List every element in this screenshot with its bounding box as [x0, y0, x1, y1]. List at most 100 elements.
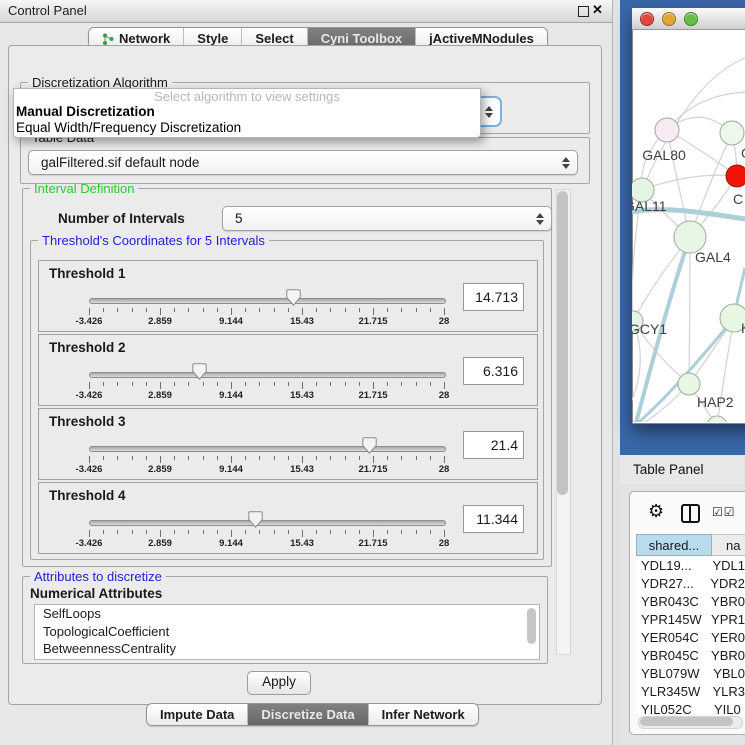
slider-tick [416, 382, 417, 386]
algorithm-option-manual[interactable]: Manual Discretization [14, 104, 480, 120]
attribute-list-item[interactable]: TopologicalCoefficient [35, 623, 539, 641]
bottom-tab-impute-data[interactable]: Impute Data [147, 704, 247, 725]
cell-shared-name[interactable]: YDR27... [636, 575, 707, 593]
slider-tick [117, 382, 118, 386]
slider-handle[interactable] [192, 363, 207, 380]
network-node[interactable] [707, 416, 727, 422]
cell-name[interactable]: YER0 [708, 629, 745, 647]
cell-shared-name[interactable]: YPR145W [636, 611, 708, 629]
cell-name[interactable]: YBR0 [708, 593, 745, 611]
slider-tick [259, 456, 260, 460]
close-traffic-light-icon[interactable] [640, 12, 654, 26]
slider-tick [259, 308, 260, 312]
cell-shared-name[interactable]: YDL19... [636, 557, 709, 575]
threshold-value-field[interactable]: 6.316 [463, 357, 524, 385]
select-columns-checkbox-icons[interactable]: ☑☑ [712, 505, 736, 519]
network-node[interactable] [678, 373, 700, 395]
table-row[interactable]: YBL079WYBL0 [636, 665, 745, 683]
threshold-value-field[interactable]: 21.4 [463, 431, 524, 459]
table-row[interactable]: YBR045CYBR0 [636, 647, 745, 665]
threshold-value-field[interactable]: 11.344 [463, 505, 524, 533]
attributes-group-title: Attributes to discretize [30, 569, 166, 584]
network-node-label: H [741, 320, 745, 336]
slider-tick [345, 308, 346, 312]
threshold-label: Threshold 2 [49, 340, 126, 355]
slider-tick [259, 530, 260, 534]
cell-shared-name[interactable]: YLR345W [636, 683, 709, 701]
table-row[interactable]: YLR345WYLR3 [636, 683, 745, 701]
slider-track[interactable] [89, 372, 446, 378]
slider-tick [316, 456, 317, 460]
table-row[interactable]: YDR27...YDR2 [636, 575, 745, 593]
slider-track[interactable] [89, 520, 446, 526]
slider-tick [160, 530, 161, 537]
slider-tick [302, 530, 303, 537]
cell-shared-name[interactable]: YIL052C [636, 701, 711, 714]
bottom-tab-infer-network[interactable]: Infer Network [368, 704, 478, 725]
slider-tick-label: 9.144 [219, 390, 243, 401]
slider-track[interactable] [89, 298, 446, 304]
table-row[interactable]: YBR043CYBR0 [636, 593, 745, 611]
algorithm-placeholder-option[interactable]: Select algorithm to view settings [14, 89, 480, 104]
minimize-traffic-light-icon[interactable] [662, 12, 676, 26]
attribute-list-item[interactable]: SelfLoops [35, 605, 539, 623]
table-row[interactable]: YPR145WYPR1 [636, 611, 745, 629]
tab-label: jActiveMNodules [429, 31, 534, 46]
bottom-tab-bar: Impute DataDiscretize DataInfer Network [146, 703, 479, 726]
slider-tick [188, 456, 189, 460]
cell-name[interactable]: YLR3 [709, 683, 745, 701]
columns-icon[interactable] [681, 504, 700, 523]
cell-name[interactable]: YIL0 [711, 701, 741, 714]
attribute-list-item[interactable]: BetweennessCentrality [35, 640, 539, 658]
slider-tick [444, 308, 445, 315]
cell-name[interactable]: YDL1 [709, 557, 745, 575]
cell-shared-name[interactable]: YER054C [636, 629, 708, 647]
table-panel-title: Table Panel [633, 462, 704, 477]
table-hscrollbar-thumb[interactable] [640, 717, 733, 726]
close-icon[interactable]: ✕ [592, 2, 603, 18]
table-data-combobox[interactable]: galFiltered.sif default node [28, 150, 578, 175]
cell-name[interactable]: YPR1 [708, 611, 745, 629]
slider-track[interactable] [89, 446, 446, 452]
slider-handle[interactable] [362, 437, 377, 454]
network-canvas[interactable]: GAL80GACGAL11GAL4GCY1HHAP2 [632, 30, 745, 422]
combobox-stepper-icon[interactable] [485, 106, 493, 118]
table-row[interactable]: YDL19...YDL1 [636, 557, 745, 575]
network-node[interactable] [655, 118, 679, 142]
cell-name[interactable]: YBL0 [710, 665, 745, 683]
table-row[interactable]: YER054CYER0 [636, 629, 745, 647]
network-node-label: GAL4 [695, 249, 731, 265]
network-node[interactable] [720, 121, 744, 145]
slider-tick [316, 382, 317, 386]
table-rows: YDL19...YDL1YDR27...YDR2YBR043CYBR0YPR14… [636, 557, 745, 714]
cell-shared-name[interactable]: YBL079W [636, 665, 710, 683]
threshold-panel: Threshold 3 21.4 -3.4262.8599.14415.4321… [38, 408, 538, 480]
number-of-intervals-combobox[interactable]: 5 [222, 206, 552, 231]
gear-icon[interactable]: ⚙ [648, 501, 664, 522]
column-header-shared-name[interactable]: shared... [636, 534, 712, 556]
numerical-attributes-list[interactable]: SelfLoopsTopologicalCoefficientBetweenne… [34, 604, 540, 660]
slider-handle[interactable] [248, 511, 263, 528]
bottom-tab-discretize-data[interactable]: Discretize Data [247, 704, 367, 725]
combobox-stepper-icon[interactable] [562, 157, 570, 169]
float-window-icon[interactable] [578, 6, 589, 17]
network-node[interactable] [726, 165, 745, 187]
table-row[interactable]: YIL052CYIL0 [636, 701, 745, 714]
threshold-value-field[interactable]: 14.713 [463, 283, 524, 311]
cell-shared-name[interactable]: YBR045C [636, 647, 708, 665]
cell-name[interactable]: YBR0 [708, 647, 745, 665]
settings-scrollbar-thumb[interactable] [557, 191, 568, 495]
slider-tick-label: 2.859 [148, 316, 172, 327]
network-node-label: HAP2 [697, 394, 734, 410]
combobox-stepper-icon[interactable] [536, 213, 544, 225]
slider-tick [117, 530, 118, 534]
apply-button[interactable]: Apply [247, 671, 311, 695]
cell-name[interactable]: YDR2 [707, 575, 745, 593]
slider-tick [387, 308, 388, 312]
column-header-name[interactable]: na [712, 534, 745, 556]
cell-shared-name[interactable]: YBR043C [636, 593, 708, 611]
zoom-traffic-light-icon[interactable] [684, 12, 698, 26]
attributes-list-scrollbar[interactable] [527, 608, 536, 644]
algorithm-option-equal-width[interactable]: Equal Width/Frequency Discretization [14, 120, 480, 136]
slider-handle[interactable] [286, 289, 301, 306]
